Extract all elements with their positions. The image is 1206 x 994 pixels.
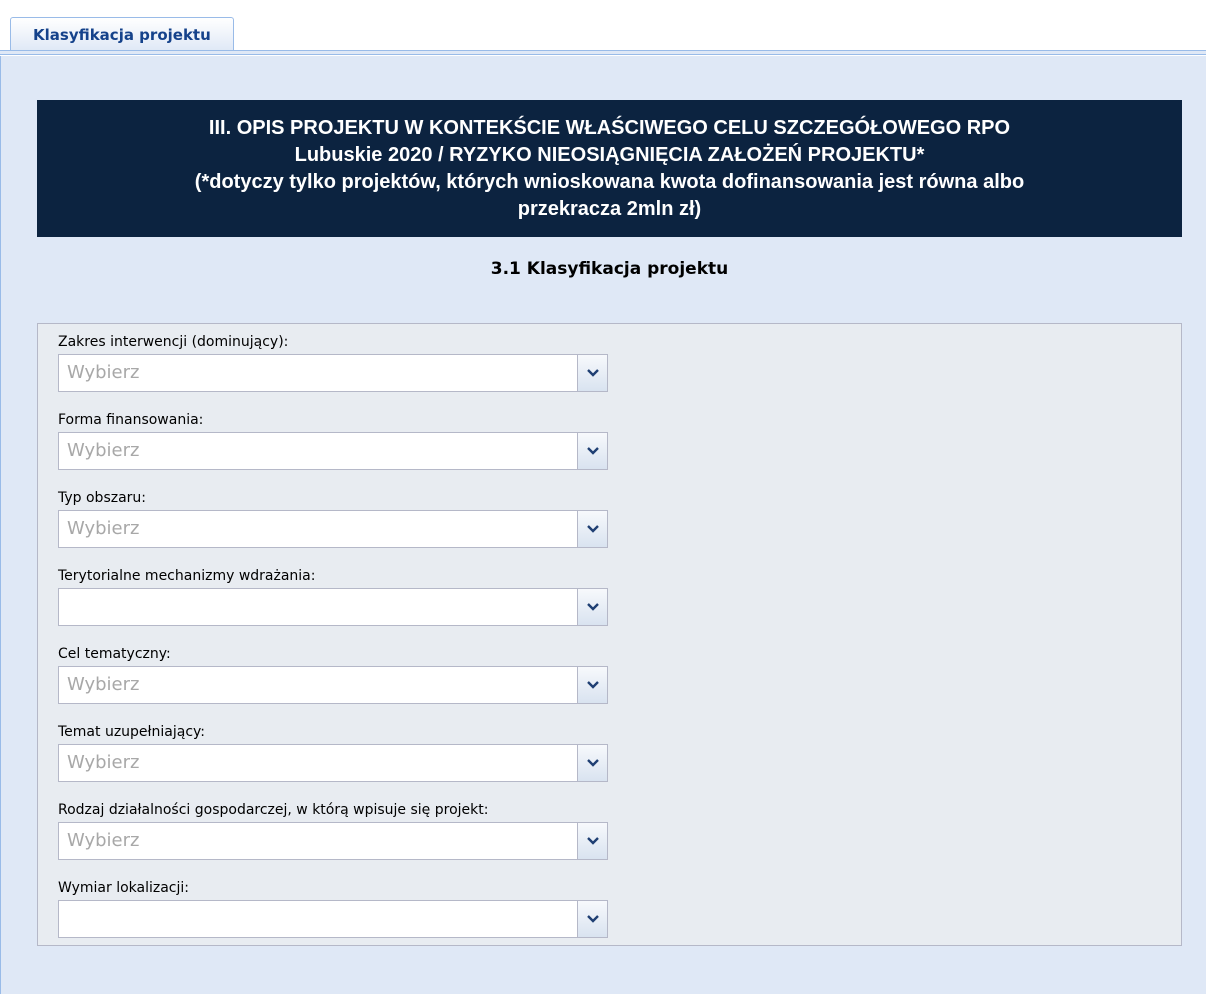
field-typ-obszaru: Typ obszaru: Wybierz: [58, 488, 608, 548]
temat-uzupelniajacy-combo[interactable]: Wybierz: [58, 744, 608, 782]
combo-value: Wybierz: [67, 440, 140, 461]
tab-strip-divider: [0, 50, 1206, 55]
field-cel-tematyczny: Cel tematyczny: Wybierz: [58, 644, 608, 704]
wymiar-lokalizacji-combo[interactable]: [58, 900, 608, 938]
field-label: Typ obszaru:: [58, 490, 147, 506]
terytorialne-mechanizmy-combo[interactable]: [58, 588, 608, 626]
combo-value: Wybierz: [67, 674, 140, 695]
zakres-interwencji-combo[interactable]: Wybierz: [58, 354, 608, 392]
combo-value: Wybierz: [67, 830, 140, 851]
tab-klasyfikacja-projektu[interactable]: Klasyfikacja projektu: [10, 17, 234, 51]
field-terytorialne-mechanizmy: Terytorialne mechanizmy wdrażania:: [58, 566, 608, 626]
field-label: Forma finansowania:: [58, 412, 204, 428]
rodzaj-dzialalnosci-combo[interactable]: Wybierz: [58, 822, 608, 860]
combo-value: Wybierz: [67, 362, 140, 383]
field-label: Terytorialne mechanizmy wdrażania:: [58, 568, 316, 584]
field-temat-uzupelniajacy: Temat uzupełniający: Wybierz: [58, 722, 608, 782]
form-panel: III. OPIS PROJEKTU W KONTEKŚCIE WŁAŚCIWE…: [0, 56, 1206, 994]
field-label: Zakres interwencji (dominujący):: [58, 334, 289, 350]
chevron-down-icon[interactable]: [577, 823, 607, 859]
field-forma-finansowania: Forma finansowania: Wybierz: [58, 410, 608, 470]
typ-obszaru-combo[interactable]: Wybierz: [58, 510, 608, 548]
section-header-line-4: przekracza 2mln zł): [517, 197, 702, 220]
tab-label: Klasyfikacja projektu: [33, 25, 211, 44]
chevron-down-icon[interactable]: [577, 511, 607, 547]
cel-tematyczny-combo[interactable]: Wybierz: [58, 666, 608, 704]
field-label: Cel tematyczny:: [58, 646, 171, 662]
field-wymiar-lokalizacji: Wymiar lokalizacji:: [58, 878, 608, 938]
field-rodzaj-dzialalnosci: Rodzaj działalności gospodarczej, w któr…: [58, 800, 608, 860]
section-header: III. OPIS PROJEKTU W KONTEKŚCIE WŁAŚCIWE…: [37, 100, 1182, 237]
chevron-down-icon[interactable]: [577, 433, 607, 469]
field-zakres-interwencji: Zakres interwencji (dominujący): Wybierz: [58, 332, 608, 392]
chevron-down-icon[interactable]: [577, 355, 607, 391]
forma-finansowania-combo[interactable]: Wybierz: [58, 432, 608, 470]
subsection-title: 3.1 Klasyfikacja projektu: [490, 259, 729, 279]
combo-value: Wybierz: [67, 752, 140, 773]
field-label: Wymiar lokalizacji:: [58, 880, 189, 896]
chevron-down-icon[interactable]: [577, 745, 607, 781]
chevron-down-icon[interactable]: [577, 589, 607, 625]
section-header-line-3: (*dotyczy tylko projektów, których wnios…: [194, 170, 1025, 193]
tab-strip: Klasyfikacja projektu: [0, 0, 1206, 56]
field-label: Rodzaj działalności gospodarczej, w któr…: [58, 802, 489, 818]
chevron-down-icon[interactable]: [577, 667, 607, 703]
combo-value: Wybierz: [67, 518, 140, 539]
chevron-down-icon[interactable]: [577, 901, 607, 937]
section-header-line-2: Lubuskie 2020 / RYZYKO NIEOSIĄGNIĘCIA ZA…: [294, 143, 925, 166]
field-label: Temat uzupełniający:: [58, 724, 206, 740]
section-header-line-1: III. OPIS PROJEKTU W KONTEKŚCIE WŁAŚCIWE…: [208, 116, 1011, 139]
classification-fieldset: Zakres interwencji (dominujący): Wybierz…: [37, 323, 1182, 946]
